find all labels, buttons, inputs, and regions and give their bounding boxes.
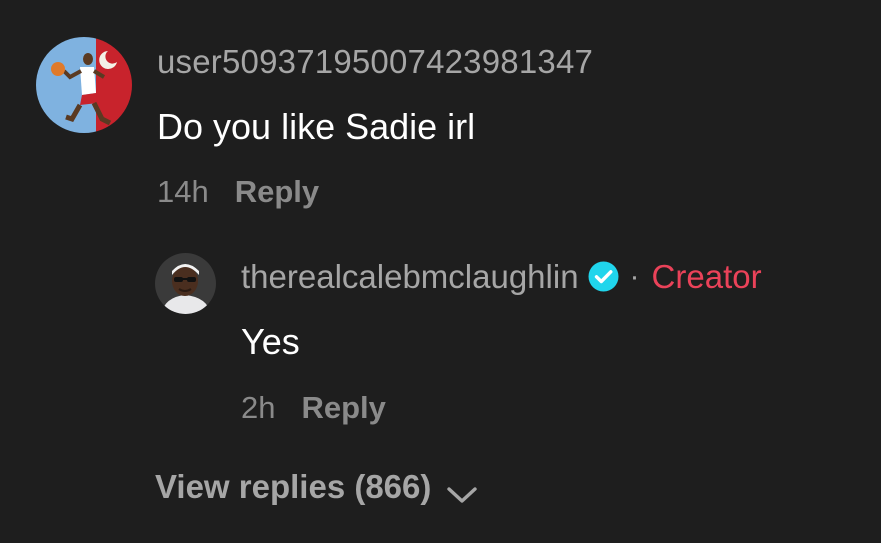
person-sunglasses-avatar (155, 253, 216, 314)
comment-timestamp: 14h (157, 174, 209, 209)
commenter-username[interactable]: user50937195007423981347 (157, 45, 593, 78)
comment-meta: 14h Reply (157, 176, 319, 207)
view-replies-label: View replies (866) (155, 468, 432, 505)
reply-reply-button[interactable]: Reply (301, 392, 385, 423)
reply-text: Yes (241, 321, 300, 362)
reply-timestamp: 2h (241, 390, 276, 425)
verified-badge-icon (587, 260, 620, 293)
chevron-down-icon (445, 477, 479, 503)
commenter-avatar[interactable] (36, 37, 132, 133)
separator-dot: · (629, 259, 640, 293)
creator-avatar[interactable] (155, 253, 216, 314)
creator-label: Creator (651, 258, 762, 295)
creator-header: therealcalebmclaughlin · Creator (241, 260, 762, 293)
comment-text: Do you like Sadie irl (157, 106, 476, 147)
creator-username[interactable]: therealcalebmclaughlin (241, 260, 579, 293)
reply-meta: 2h Reply (241, 392, 386, 423)
comment-reply-button[interactable]: Reply (235, 176, 319, 207)
view-replies-button[interactable]: View replies (866) (155, 470, 479, 503)
basketball-player-avatar (36, 37, 132, 133)
